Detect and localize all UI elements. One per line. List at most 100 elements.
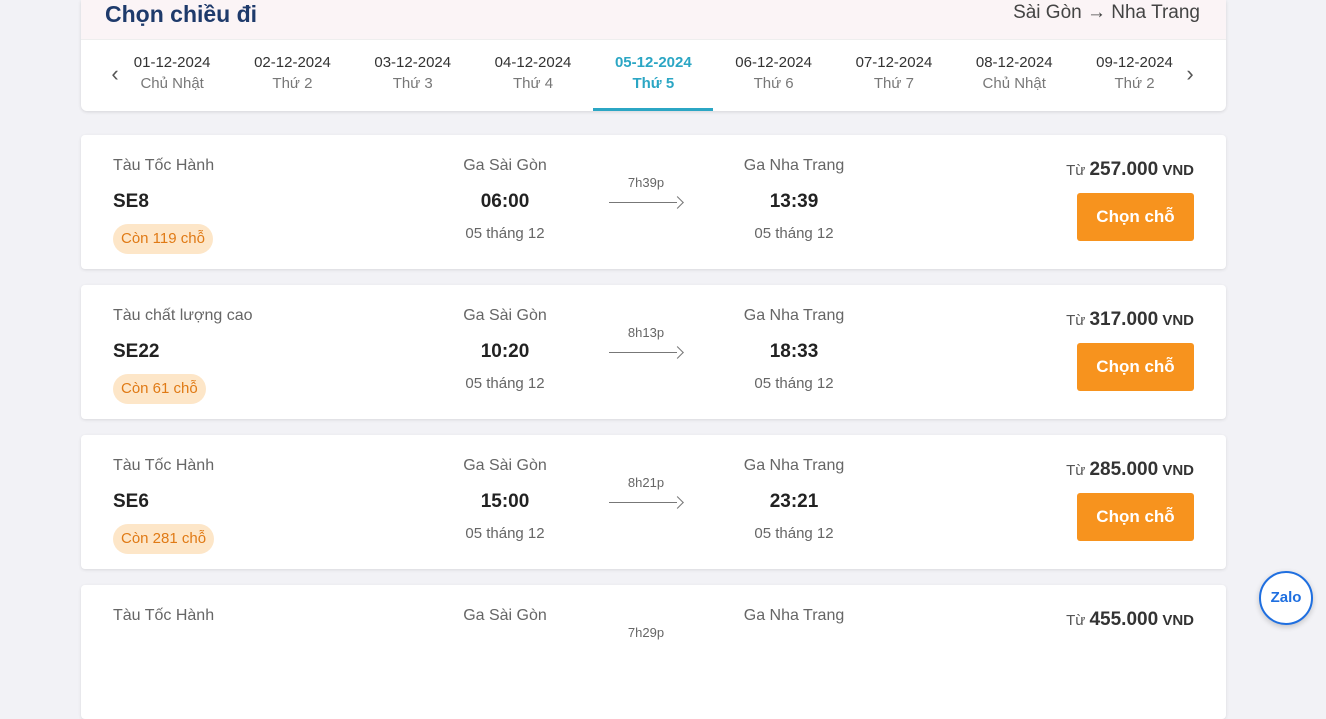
departure-station: Ga Sài Gòn xyxy=(463,607,547,624)
date-tab[interactable]: 01-12-2024 Chủ Nhật xyxy=(112,40,232,111)
arrival-info: Ga Nha Trang xyxy=(704,606,884,626)
arrow-right-icon xyxy=(609,495,683,509)
departure-info: Ga Sài Gòn 15:00 05 tháng 12 xyxy=(415,456,595,544)
departure-date: 05 tháng 12 xyxy=(465,375,545,392)
duration: 7h39p xyxy=(609,175,683,209)
price-amount: 317.000 xyxy=(1089,309,1159,330)
date-tab-date: 06-12-2024 xyxy=(735,54,812,71)
date-list: 01-12-2024 Chủ Nhật 02-12-2024 Thứ 2 03-12-2… xyxy=(112,40,1195,111)
arrival-time: 18:33 xyxy=(769,341,819,362)
date-tab-date: 09-12-2024 xyxy=(1096,54,1173,71)
date-tab-weekday: Thứ 2 xyxy=(272,75,313,92)
departure-info: Ga Sài Gòn 06:00 05 tháng 12 xyxy=(415,156,595,244)
date-tab[interactable]: 04-12-2024 Thứ 4 xyxy=(473,40,593,111)
date-tab-weekday: Chủ Nhật xyxy=(982,75,1046,92)
duration: 8h21p xyxy=(609,475,683,509)
duration-text: 8h21p xyxy=(627,475,665,490)
departure-date: 05 tháng 12 xyxy=(465,525,545,542)
date-tab[interactable]: 02-12-2024 Thứ 2 xyxy=(232,40,352,111)
price-prefix: Từ xyxy=(1066,162,1086,179)
train-card: Tàu Tốc Hành Ga Sài Gòn 7h29p Ga Nha Tra… xyxy=(81,585,1226,719)
price-currency: VND xyxy=(1162,162,1194,179)
choose-seat-button[interactable]: Chọn chỗ xyxy=(1077,493,1194,541)
date-tab-weekday: Thứ 2 xyxy=(1114,75,1155,92)
departure-station: Ga Sài Gòn xyxy=(463,457,547,474)
departure-time: 15:00 xyxy=(480,491,530,512)
departure-info: Ga Sài Gòn 10:20 05 tháng 12 xyxy=(415,306,595,394)
arrival-info: Ga Nha Trang 23:21 05 tháng 12 xyxy=(704,456,884,544)
train-code: SE6 xyxy=(113,491,149,512)
date-tab-weekday: Thứ 5 xyxy=(632,75,675,92)
date-tab-weekday: Chủ Nhật xyxy=(140,75,204,92)
arrow-right-icon xyxy=(609,345,683,359)
price: Từ 257.000 VND xyxy=(1066,159,1194,181)
duration-text: 7h29p xyxy=(627,625,665,640)
seats-badge: Còn 119 chỗ xyxy=(113,224,213,254)
departure-info: Ga Sài Gòn xyxy=(415,606,595,626)
arrival-station: Ga Nha Trang xyxy=(743,607,845,624)
duration-text: 7h39p xyxy=(627,175,665,190)
date-tab[interactable]: 09-12-2024 Thứ 2 xyxy=(1074,40,1194,111)
train-type: Tàu Tốc Hành xyxy=(113,157,215,174)
train-card: Tàu chất lượng cao SE22 Còn 61 chỗ Ga Sài … xyxy=(81,285,1226,419)
header-bar: Chọn chiều đi Sài Gòn → Nha Trang xyxy=(81,0,1226,40)
departure-date: 05 tháng 12 xyxy=(465,225,545,242)
zalo-chat-button[interactable]: Zalo xyxy=(1259,571,1313,625)
price-prefix: Từ xyxy=(1066,462,1086,479)
arrow-right-icon xyxy=(609,195,683,209)
train-code: SE8 xyxy=(113,191,149,212)
departure-station: Ga Sài Gòn xyxy=(463,157,547,174)
date-tab[interactable]: 07-12-2024 Thứ 7 xyxy=(834,40,954,111)
date-tab-date: 02-12-2024 xyxy=(254,54,331,71)
date-tab-date: 03-12-2024 xyxy=(374,54,452,71)
price: Từ 455.000 VND xyxy=(1066,609,1194,631)
price-amount: 257.000 xyxy=(1089,159,1159,180)
duration: 7h29p xyxy=(609,625,683,641)
arrival-station: Ga Nha Trang xyxy=(743,157,845,174)
date-strip: ‹ 01-12-2024 Chủ Nhật 02-12-2024 Thứ 2 03-12… xyxy=(81,40,1226,111)
date-selector-card: Chọn chiều đi Sài Gòn → Nha Trang ‹ 01-1… xyxy=(81,0,1226,111)
train-card: Tàu Tốc Hành SE6 Còn 281 chỗ Ga Sài Gòn 15… xyxy=(81,435,1226,569)
choose-seat-button[interactable]: Chọn chỗ xyxy=(1077,343,1194,391)
duration: 8h13p xyxy=(609,325,683,359)
date-tab-date: 07-12-2024 xyxy=(855,54,933,71)
price: Từ 285.000 VND xyxy=(1066,459,1194,481)
price-prefix: Từ xyxy=(1066,612,1086,629)
date-tab-date: 01-12-2024 xyxy=(133,54,211,71)
page-title: Chọn chiều đi xyxy=(105,1,258,27)
departure-time: 06:00 xyxy=(480,191,530,212)
duration-text: 8h13p xyxy=(627,325,665,340)
train-type: Tàu chất lượng cao xyxy=(113,307,253,324)
date-tab-weekday: Thứ 4 xyxy=(513,75,554,92)
date-tab-date: 04-12-2024 xyxy=(494,54,572,71)
arrival-date: 05 tháng 12 xyxy=(754,525,834,542)
price-prefix: Từ xyxy=(1066,312,1086,329)
train-code: SE22 xyxy=(113,341,160,362)
date-tab-weekday: Thứ 7 xyxy=(873,75,914,92)
date-tab-date: 08-12-2024 xyxy=(975,54,1053,71)
choose-seat-button[interactable]: Chọn chỗ xyxy=(1077,193,1194,241)
date-tab[interactable]: 03-12-2024 Thứ 3 xyxy=(353,40,473,111)
arrival-date: 05 tháng 12 xyxy=(754,225,834,242)
price: Từ 317.000 VND xyxy=(1066,309,1194,331)
date-tab-weekday: Thứ 6 xyxy=(753,75,794,92)
price-currency: VND xyxy=(1162,462,1194,479)
train-card: Tàu Tốc Hành SE8 Còn 119 chỗ Ga Sài Gòn 06… xyxy=(81,135,1226,269)
date-tab[interactable]: 08-12-2024 Chủ Nhật xyxy=(954,40,1074,111)
arrival-info: Ga Nha Trang 13:39 05 tháng 12 xyxy=(704,156,884,244)
route-label: Sài Gòn → Nha Trang xyxy=(1013,2,1200,23)
price-amount: 285.000 xyxy=(1089,459,1159,480)
arrival-station: Ga Nha Trang xyxy=(743,457,845,474)
date-tab[interactable]: 06-12-2024 Thứ 6 xyxy=(713,40,833,111)
chevron-right-icon[interactable]: › xyxy=(1182,63,1198,85)
date-tab[interactable]: 05-12-2024 Thứ 5 xyxy=(593,40,714,111)
arrival-station: Ga Nha Trang xyxy=(743,307,845,324)
departure-time: 10:20 xyxy=(480,341,530,362)
departure-station: Ga Sài Gòn xyxy=(463,307,547,324)
date-tab-date: 05-12-2024 xyxy=(614,54,692,71)
price-amount: 455.000 xyxy=(1089,609,1159,630)
arrival-info: Ga Nha Trang 18:33 05 tháng 12 xyxy=(704,306,884,394)
price-currency: VND xyxy=(1162,312,1194,329)
arrival-time: 13:39 xyxy=(769,191,819,212)
train-type: Tàu Tốc Hành xyxy=(113,607,215,624)
